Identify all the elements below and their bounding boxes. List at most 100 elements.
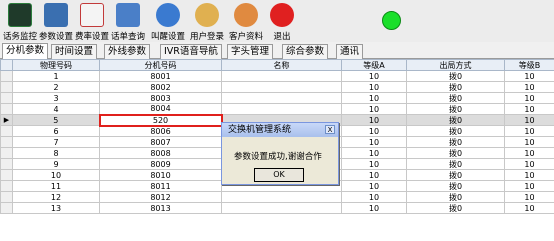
tab-time-settings[interactable]: 时间设置: [51, 44, 98, 59]
row-selector[interactable]: [0, 158, 13, 170]
user-login-button[interactable]: 用户登录: [189, 3, 225, 42]
cell-name[interactable]: [221, 81, 342, 93]
row-selector[interactable]: [0, 202, 13, 214]
customer-button[interactable]: 客户资料: [228, 3, 264, 42]
cell-physical-number[interactable]: 12: [12, 191, 100, 203]
column-extension-number[interactable]: 分机号码: [99, 59, 222, 71]
cell-physical-number[interactable]: 2: [12, 81, 100, 93]
tab-general-params[interactable]: 综合参数: [282, 44, 329, 59]
cell-level-a[interactable]: 10: [341, 81, 407, 93]
cell-level-a[interactable]: 10: [341, 158, 407, 170]
cell-physical-number[interactable]: 13: [12, 202, 100, 214]
cell-level-a[interactable]: 10: [341, 169, 407, 181]
tab-ivr-navigation[interactable]: IVR语音导航: [160, 44, 222, 59]
cell-level-a[interactable]: 10: [341, 103, 407, 115]
table-row[interactable]: 3 8003 10 拨0 10: [0, 92, 554, 104]
cell-outbound-mode[interactable]: 拨0: [406, 191, 505, 203]
cell-physical-number[interactable]: 4: [12, 103, 100, 115]
cell-physical-number[interactable]: 9: [12, 158, 100, 170]
row-selector[interactable]: [0, 92, 13, 104]
cell-extension-number[interactable]: 8013: [99, 202, 222, 214]
cell-outbound-mode[interactable]: 拨0: [406, 158, 505, 170]
row-selector[interactable]: [0, 103, 13, 115]
cell-level-b[interactable]: 10: [504, 70, 554, 82]
cell-outbound-mode[interactable]: 拨0: [406, 92, 505, 104]
cell-level-a[interactable]: 10: [341, 202, 407, 214]
cell-level-a[interactable]: 10: [341, 147, 407, 159]
cell-level-a[interactable]: 10: [341, 136, 407, 148]
cell-level-a[interactable]: 10: [341, 180, 407, 192]
cell-physical-number[interactable]: 7: [12, 136, 100, 148]
dialog-close-button[interactable]: X: [325, 125, 335, 134]
row-selector[interactable]: [0, 180, 13, 192]
cell-level-a[interactable]: 10: [341, 191, 407, 203]
cell-extension-number[interactable]: 8001: [99, 70, 222, 82]
exit-button[interactable]: 退出: [264, 3, 300, 42]
rate-button[interactable]: 费率设置: [74, 3, 110, 42]
cell-level-b[interactable]: 10: [504, 158, 554, 170]
cell-physical-number[interactable]: 5: [12, 114, 100, 126]
cell-name[interactable]: [221, 202, 342, 214]
cell-physical-number[interactable]: 3: [12, 92, 100, 104]
table-row[interactable]: 1 8001 10 拨0 10: [0, 70, 554, 82]
cell-outbound-mode[interactable]: 拨0: [406, 147, 505, 159]
cell-extension-number[interactable]: 8008: [99, 147, 222, 159]
cell-level-b[interactable]: 10: [504, 191, 554, 203]
cell-extension-number[interactable]: 8009: [99, 158, 222, 170]
cell-level-b[interactable]: 10: [504, 180, 554, 192]
cell-outbound-mode[interactable]: 拨0: [406, 103, 505, 115]
column-level-b[interactable]: 等级B: [504, 59, 554, 71]
cell-extension-number[interactable]: 8002: [99, 81, 222, 93]
cell-outbound-mode[interactable]: 拨0: [406, 114, 505, 126]
cell-extension-number[interactable]: 8012: [99, 191, 222, 203]
table-row[interactable]: 4 8004 10 拨0 10: [0, 103, 554, 115]
row-selector[interactable]: ▶: [0, 114, 13, 126]
cell-level-a[interactable]: 10: [341, 92, 407, 104]
table-row[interactable]: 13 8013 10 拨0 10: [0, 202, 554, 214]
cell-physical-number[interactable]: 11: [12, 180, 100, 192]
cell-level-a[interactable]: 10: [341, 70, 407, 82]
cell-outbound-mode[interactable]: 拨0: [406, 70, 505, 82]
tab-line-params[interactable]: 外线参数: [104, 44, 151, 59]
table-row[interactable]: 12 8012 10 拨0 10: [0, 191, 554, 203]
table-row[interactable]: 2 8002 10 拨0 10: [0, 81, 554, 93]
cell-extension-number[interactable]: 8011: [99, 180, 222, 192]
cell-extension-number[interactable]: 8006: [99, 125, 222, 137]
cell-extension-number[interactable]: 8003: [99, 92, 222, 104]
cell-outbound-mode[interactable]: 拨0: [406, 125, 505, 137]
tab-extension-params[interactable]: 分机参数: [2, 43, 49, 60]
cell-level-b[interactable]: 10: [504, 103, 554, 115]
cell-level-b[interactable]: 10: [504, 147, 554, 159]
cell-name[interactable]: [221, 70, 342, 82]
wakeup-button[interactable]: 叫醒设置: [150, 3, 186, 42]
cell-level-b[interactable]: 10: [504, 92, 554, 104]
cell-level-b[interactable]: 10: [504, 136, 554, 148]
dialog-ok-button[interactable]: OK: [254, 168, 304, 182]
row-selector[interactable]: [0, 125, 13, 137]
row-selector[interactable]: [0, 191, 13, 203]
cell-level-a[interactable]: 10: [341, 125, 407, 137]
row-selector[interactable]: [0, 70, 13, 82]
tab-communication[interactable]: 通讯: [336, 44, 364, 59]
cell-extension-number[interactable]: 8007: [99, 136, 222, 148]
row-selector[interactable]: [0, 81, 13, 93]
cell-physical-number[interactable]: 6: [12, 125, 100, 137]
tab-prefix-management[interactable]: 字头管理: [227, 44, 274, 59]
column-name[interactable]: 名称: [221, 59, 342, 71]
cell-name[interactable]: [221, 92, 342, 104]
monitor-button[interactable]: 话务监控: [2, 3, 38, 42]
cell-extension-number[interactable]: 8004: [99, 103, 222, 115]
cell-name[interactable]: [221, 191, 342, 203]
row-selector[interactable]: [0, 169, 13, 181]
cell-level-b[interactable]: 10: [504, 114, 554, 126]
cell-name[interactable]: [221, 103, 342, 115]
row-selector[interactable]: [0, 147, 13, 159]
cell-level-b[interactable]: 10: [504, 125, 554, 137]
cell-extension-number[interactable]: 8010: [99, 169, 222, 181]
cell-outbound-mode[interactable]: 拨0: [406, 169, 505, 181]
cell-physical-number[interactable]: 10: [12, 169, 100, 181]
cell-level-b[interactable]: 10: [504, 81, 554, 93]
column-outbound-mode[interactable]: 出局方式: [406, 59, 505, 71]
cell-outbound-mode[interactable]: 拨0: [406, 136, 505, 148]
cell-outbound-mode[interactable]: 拨0: [406, 180, 505, 192]
